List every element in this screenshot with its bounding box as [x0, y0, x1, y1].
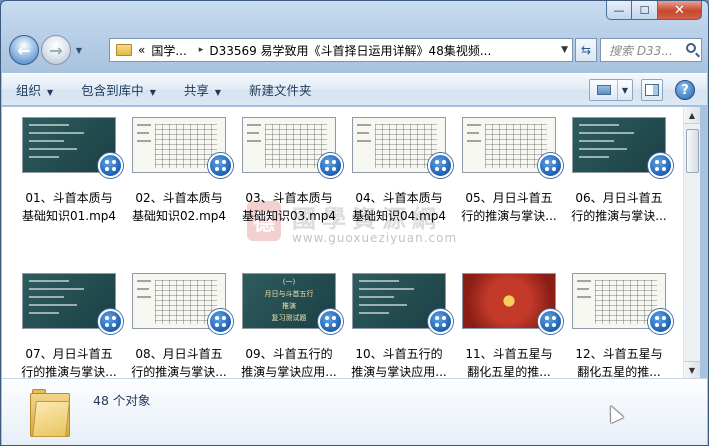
breadcrumb-chevron-icon[interactable]: ▸	[199, 45, 204, 55]
chevron-down-icon: ▼	[47, 88, 54, 97]
help-button[interactable]: ?	[675, 80, 695, 100]
view-icon	[590, 80, 618, 100]
thumbnail-title-text: 推演	[282, 302, 296, 310]
window-caption-buttons: — ☐ ✕	[606, 1, 702, 20]
media-player-icon	[538, 309, 563, 334]
file-name: 03、斗首本质与 基础知识03.mp4	[241, 191, 337, 223]
change-view-button[interactable]: ▼	[589, 79, 633, 101]
breadcrumb-segment[interactable]: 国学...	[151, 42, 186, 59]
vertical-scrollbar[interactable]: ▲ ▼	[683, 107, 700, 378]
search-input[interactable]: 搜索 D33...	[600, 38, 702, 62]
organize-menu[interactable]: 组织 ▼	[16, 80, 53, 99]
breadcrumb-segment-current[interactable]: D33569 易学致用《斗首择日运用详解》48集视频...	[209, 42, 491, 59]
file-name: 06、月日斗首五 行的推演与掌诀...	[571, 191, 667, 223]
file-name: 04、斗首本质与 基础知识04.mp4	[351, 191, 447, 223]
preview-pane-icon	[645, 84, 659, 96]
media-player-icon	[428, 153, 453, 178]
close-button[interactable]: ✕	[658, 1, 702, 20]
refresh-button[interactable]: ⇆	[575, 38, 597, 62]
media-player-icon	[318, 153, 343, 178]
media-player-icon	[208, 153, 233, 178]
file-name: 09、斗首五行的 推演与掌诀应用...	[241, 347, 337, 378]
media-player-icon	[98, 309, 123, 334]
maximize-button[interactable]: ☐	[632, 1, 658, 20]
back-button[interactable]: ←	[9, 35, 39, 65]
address-dropdown-icon[interactable]: ▼	[561, 45, 568, 55]
include-in-library-menu[interactable]: 包含到库中 ▼	[81, 80, 156, 99]
explorer-window: — ☐ ✕ ← → ▼ « 国学... ▸ D33569 易学致用《斗首择日运用…	[0, 0, 709, 446]
recent-pages-dropdown[interactable]: ▼	[73, 46, 85, 55]
watermark-url: www.guoxueziyuan.com	[292, 231, 458, 245]
file-name: 07、月日斗首五 行的推演与掌诀...	[21, 347, 117, 378]
forward-button[interactable]: →	[41, 35, 71, 65]
back-arrow-icon: ←	[17, 40, 31, 60]
scrollbar-thumb[interactable]	[686, 129, 699, 173]
media-player-icon	[208, 309, 233, 334]
address-overflow[interactable]: «	[138, 43, 145, 57]
search-icon[interactable]	[686, 43, 696, 53]
chevron-down-icon[interactable]: ▼	[618, 80, 632, 100]
media-player-icon	[98, 153, 123, 178]
minimize-button[interactable]: —	[606, 1, 632, 20]
share-menu[interactable]: 共享 ▼	[184, 80, 221, 99]
navigation-bar: ← → ▼ « 国学... ▸ D33569 易学致用《斗首择日运用详解》48集…	[9, 34, 702, 66]
address-bar[interactable]: « 国学... ▸ D33569 易学致用《斗首择日运用详解》48集视频... …	[109, 38, 573, 62]
folder-icon	[116, 44, 132, 56]
file-name: 02、斗首本质与 基础知识02.mp4	[131, 191, 227, 223]
preview-pane-button[interactable]	[641, 79, 663, 101]
thumbnail-title-text: 月日与斗首五行	[264, 290, 314, 298]
chevron-down-icon: ▼	[149, 88, 156, 97]
refresh-icon: ⇆	[580, 43, 592, 57]
file-name: 08、月日斗首五 行的推演与掌诀...	[131, 347, 227, 378]
media-player-icon	[428, 309, 453, 334]
details-pane: 48 个对象	[2, 378, 707, 445]
media-player-icon	[538, 153, 563, 178]
thumbnail-title-text: (一)	[282, 278, 296, 286]
folder-icon	[30, 389, 70, 437]
file-list: 德 國學資源網 www.guoxueziyuan.com 01、斗首本质与 基础知…	[2, 107, 683, 378]
file-name: 01、斗首本质与 基础知识01.mp4	[21, 191, 117, 223]
media-player-icon	[648, 153, 673, 178]
file-name: 12、斗首五星与 翻化五星的推...	[575, 347, 663, 378]
media-player-icon	[648, 309, 673, 334]
new-folder-button[interactable]: 新建文件夹	[249, 80, 312, 99]
media-player-icon	[318, 309, 343, 334]
file-name: 05、月日斗首五 行的推演与掌诀...	[461, 191, 557, 223]
item-count: 48 个对象	[93, 393, 151, 408]
file-name: 11、斗首五星与 翻化五星的推...	[465, 347, 553, 378]
search-placeholder: 搜索 D33...	[609, 43, 673, 58]
forward-arrow-icon: →	[49, 40, 63, 60]
file-name: 10、斗首五行的 推演与掌诀应用...	[351, 347, 447, 378]
command-bar: 组织 ▼ 包含到库中 ▼ 共享 ▼ 新建文件夹 ▼ ?	[2, 73, 707, 106]
chevron-down-icon: ▼	[214, 88, 222, 97]
scroll-down-icon[interactable]: ▼	[684, 361, 700, 378]
scroll-up-icon[interactable]: ▲	[684, 107, 700, 124]
